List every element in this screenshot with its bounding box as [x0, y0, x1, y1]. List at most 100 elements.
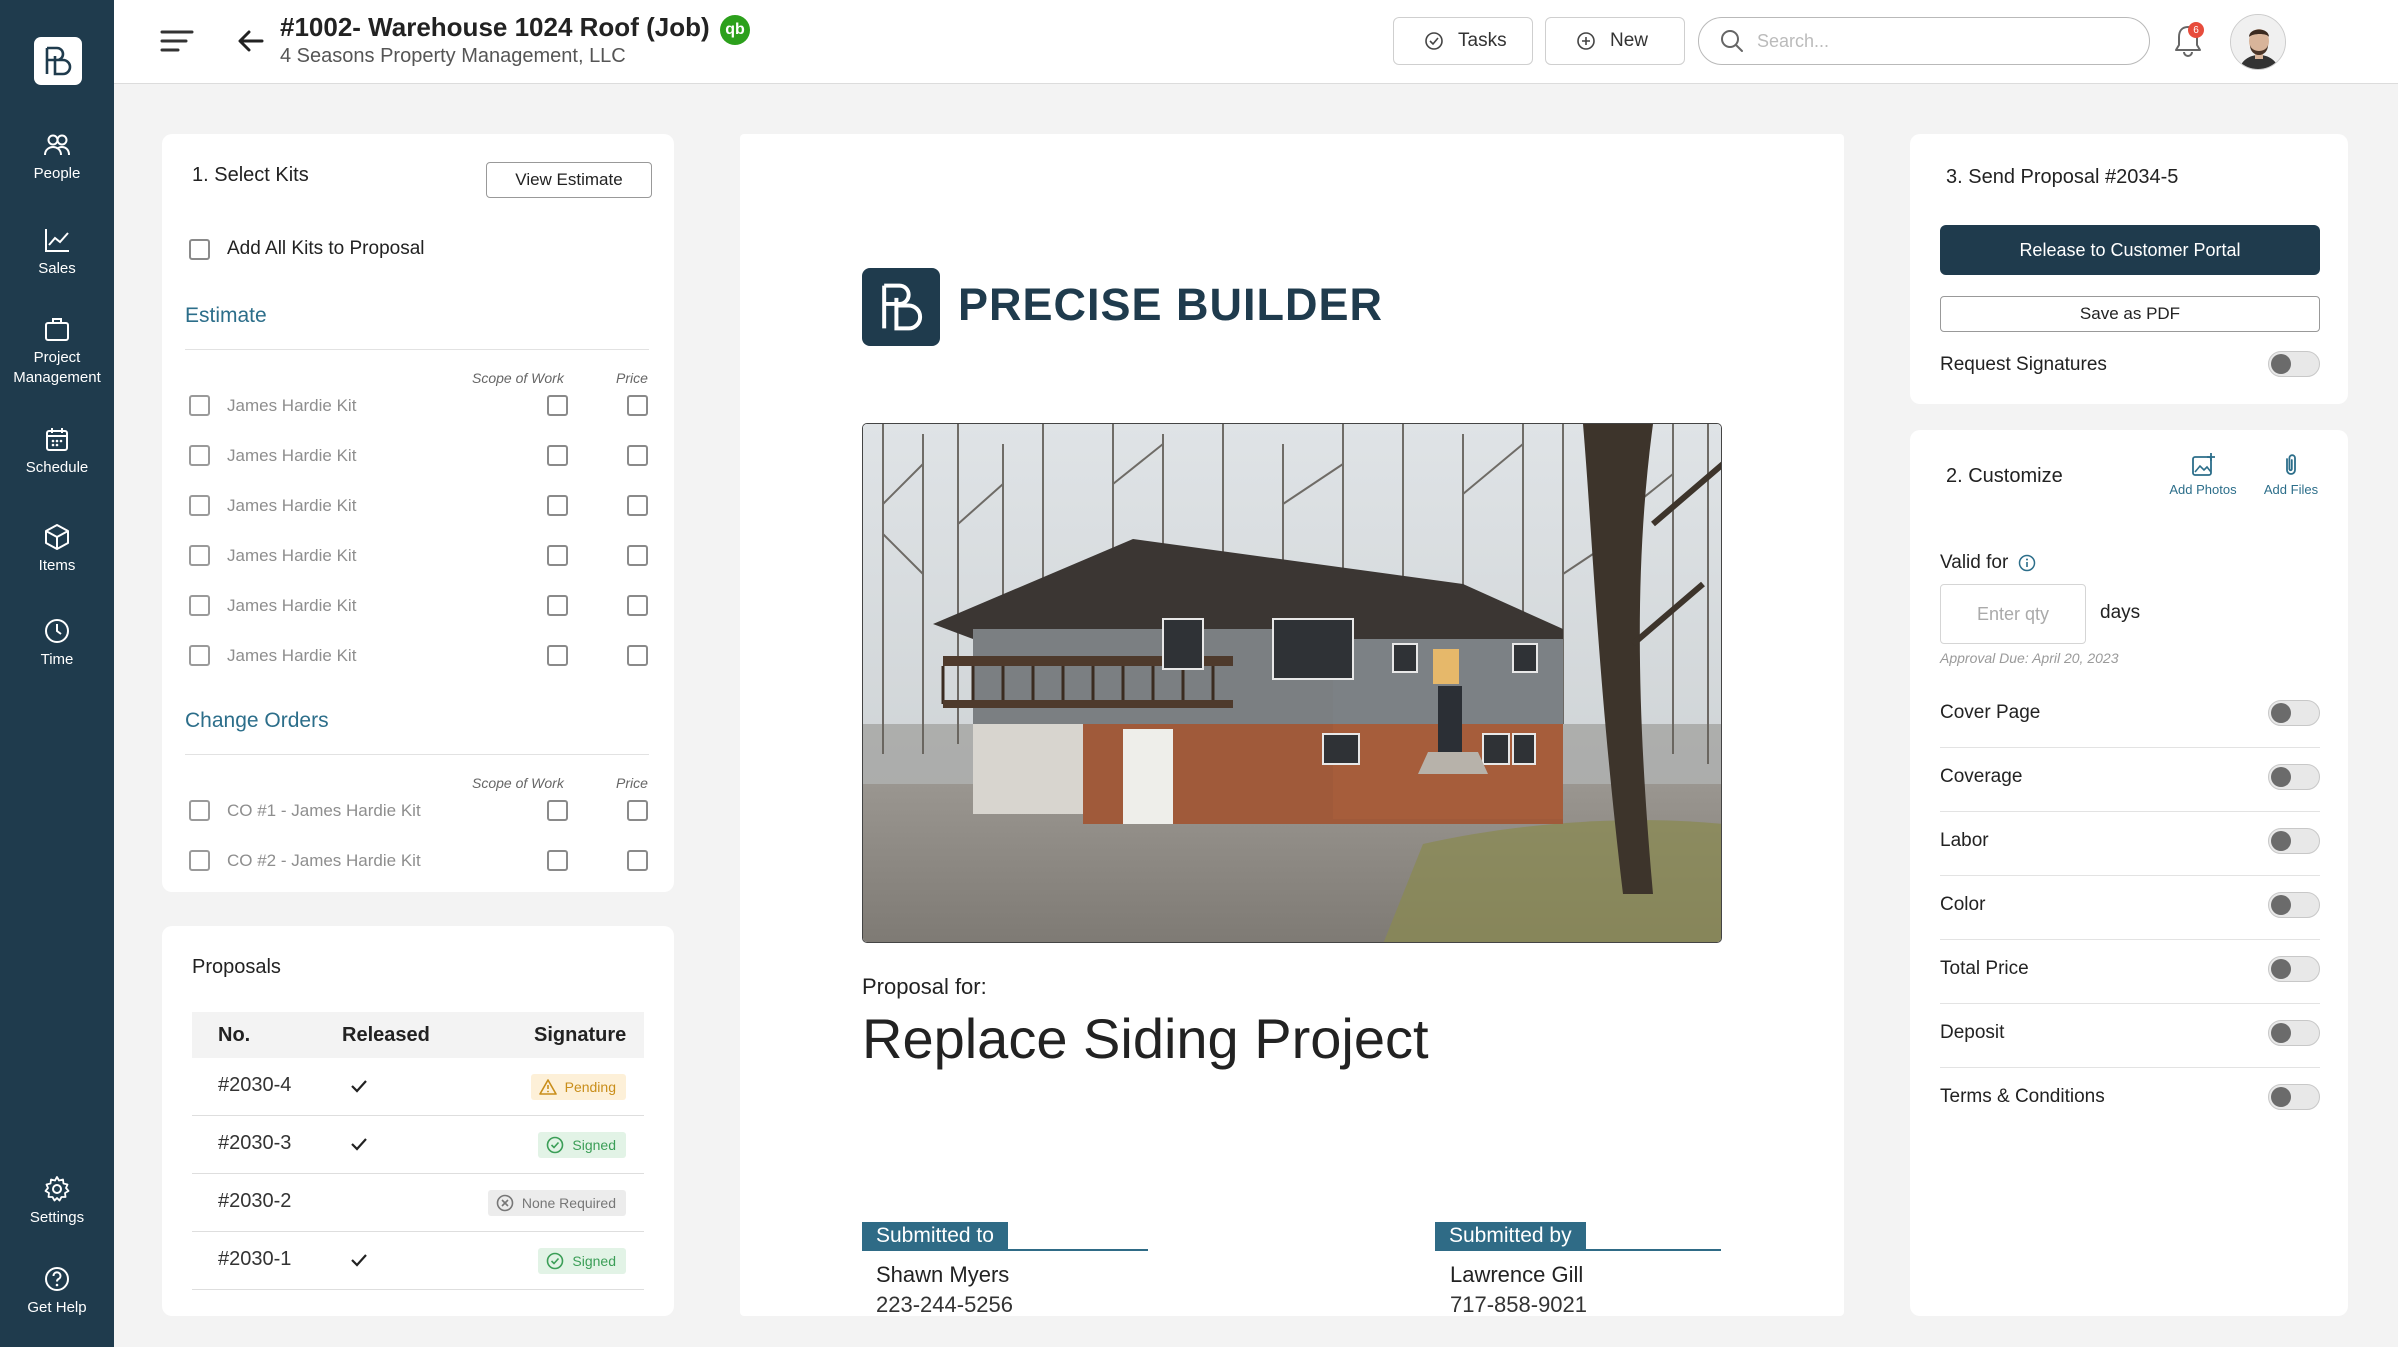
request-signatures-label: Request Signatures	[1940, 354, 2107, 375]
option-label: Cover Page	[1940, 702, 2041, 723]
sidebar-item-settings[interactable]: Settings	[0, 1174, 114, 1228]
deposit-toggle[interactable]	[2268, 1020, 2320, 1046]
sidebar-item-label: Time	[40, 651, 74, 668]
price-checkbox[interactable]	[627, 850, 648, 871]
price-column-header: Price	[616, 370, 648, 386]
send-proposal-title: 3. Send Proposal #2034-5	[1946, 166, 2179, 188]
change-orders-heading[interactable]: Change Orders	[185, 709, 329, 733]
tasks-label: Tasks	[1458, 30, 1507, 51]
request-signatures-toggle[interactable]	[2268, 351, 2320, 377]
scope-of-work-checkbox[interactable]	[547, 395, 568, 416]
scope-of-work-checkbox[interactable]	[547, 495, 568, 516]
scope-of-work-checkbox[interactable]	[547, 850, 568, 871]
quickbooks-icon[interactable]: qb	[720, 15, 750, 45]
user-avatar[interactable]	[2230, 14, 2286, 70]
sidebar-item-label: Schedule	[25, 459, 89, 476]
table-row[interactable]: #2030-2 None Required	[192, 1174, 644, 1232]
kit-checkbox[interactable]	[189, 595, 210, 616]
kit-checkbox[interactable]	[189, 495, 210, 516]
back-arrow-icon[interactable]	[234, 24, 268, 58]
status-badge: Signed	[538, 1132, 626, 1158]
price-checkbox[interactable]	[627, 595, 648, 616]
change-order-checkbox[interactable]	[189, 800, 210, 821]
scope-column-header: Scope of Work	[472, 370, 564, 386]
check-circle-icon	[1425, 32, 1443, 50]
status-label: Signed	[572, 1253, 616, 1269]
sidebar-item-people[interactable]: People	[0, 130, 114, 184]
price-checkbox[interactable]	[627, 800, 648, 821]
option-total-price: Total Price	[1940, 940, 2320, 1004]
brand-name: PRECISE BUILDER	[958, 279, 1384, 330]
approval-due-text: Approval Due: April 20, 2023	[1940, 650, 2119, 666]
view-estimate-button[interactable]: View Estimate	[486, 162, 652, 198]
sidebar-item-project-management[interactable]: Project Management	[0, 314, 114, 388]
add-photos-button[interactable]: Add Photos	[2168, 452, 2238, 497]
sidebar-item-items[interactable]: Items	[0, 522, 114, 576]
kit-checkbox[interactable]	[189, 395, 210, 416]
search-box[interactable]	[1698, 17, 2150, 65]
price-checkbox[interactable]	[627, 545, 648, 566]
released-check-icon	[351, 1138, 367, 1151]
project-title: Replace Siding Project	[862, 1007, 1429, 1070]
sidebar-item-sales[interactable]: Sales	[0, 225, 114, 279]
option-label: Coverage	[1940, 766, 2023, 787]
kit-checkbox[interactable]	[189, 445, 210, 466]
sidebar-item-schedule[interactable]: Schedule	[0, 424, 114, 478]
kit-checkbox[interactable]	[189, 645, 210, 666]
valid-for-qty-input[interactable]	[1953, 603, 2073, 625]
search-input[interactable]	[1757, 30, 2117, 52]
menu-icon[interactable]	[160, 26, 194, 56]
valid-for-qty-field[interactable]	[1940, 584, 2086, 644]
plus-circle-icon	[1577, 32, 1595, 50]
precise-builder-mark-icon	[882, 283, 923, 331]
table-row[interactable]: #2030-3 Signed	[192, 1116, 644, 1174]
calendar-icon	[46, 428, 68, 451]
released-check-icon	[351, 1254, 367, 1267]
info-icon[interactable]	[2018, 554, 2036, 572]
price-checkbox[interactable]	[627, 395, 648, 416]
scope-of-work-checkbox[interactable]	[547, 595, 568, 616]
kit-checkbox[interactable]	[189, 545, 210, 566]
price-checkbox[interactable]	[627, 645, 648, 666]
color-toggle[interactable]	[2268, 892, 2320, 918]
terms-conditions-toggle[interactable]	[2268, 1084, 2320, 1110]
chart-line-icon	[45, 229, 69, 252]
gear-icon	[44, 1176, 70, 1202]
scope-of-work-checkbox[interactable]	[547, 445, 568, 466]
scope-of-work-checkbox[interactable]	[547, 545, 568, 566]
cover-page-toggle[interactable]	[2268, 700, 2320, 726]
price-checkbox[interactable]	[627, 445, 648, 466]
scope-of-work-checkbox[interactable]	[547, 800, 568, 821]
sidebar-item-time[interactable]: Time	[0, 616, 114, 670]
proposals-title: Proposals	[192, 956, 281, 978]
sidebar-item-help[interactable]: Get Help	[0, 1264, 114, 1318]
check-circle-icon	[547, 1136, 564, 1154]
tasks-button[interactable]: Tasks	[1393, 17, 1533, 65]
release-to-portal-button[interactable]: Release to Customer Portal	[1940, 225, 2320, 275]
estimate-heading[interactable]: Estimate	[185, 304, 267, 328]
x-circle-icon	[496, 1194, 514, 1212]
labor-toggle[interactable]	[2268, 828, 2320, 854]
kit-label: James Hardie Kit	[227, 646, 357, 665]
table-row[interactable]: #2030-4 Pending	[192, 1058, 644, 1116]
save-as-pdf-button[interactable]: Save as PDF	[1940, 296, 2320, 332]
change-order-checkbox[interactable]	[189, 850, 210, 871]
proposals-table-header: No. Released Signature	[192, 1012, 644, 1058]
page-title: #1002- Warehouse 1024 Roof (Job)	[280, 12, 710, 42]
paperclip-icon	[2286, 454, 2296, 475]
coverage-toggle[interactable]	[2268, 764, 2320, 790]
column-header-signature: Signature	[534, 1024, 627, 1046]
table-row[interactable]: #2030-1 Signed	[192, 1232, 644, 1290]
proposal-number: #2030-3	[218, 1132, 292, 1154]
scope-of-work-checkbox[interactable]	[547, 645, 568, 666]
add-files-button[interactable]: Add Files	[2256, 452, 2326, 497]
proposal-preview: PRECISE BUILDER Proposal for: Replace Si…	[740, 134, 1844, 1317]
released-check-icon	[351, 1080, 367, 1093]
precise-builder-logo-icon	[45, 46, 72, 76]
price-column-header: Price	[616, 775, 648, 791]
new-button[interactable]: New	[1545, 17, 1685, 65]
app-logo[interactable]	[34, 37, 82, 85]
add-all-kits-checkbox[interactable]	[189, 239, 210, 260]
total-price-toggle[interactable]	[2268, 956, 2320, 982]
price-checkbox[interactable]	[627, 495, 648, 516]
